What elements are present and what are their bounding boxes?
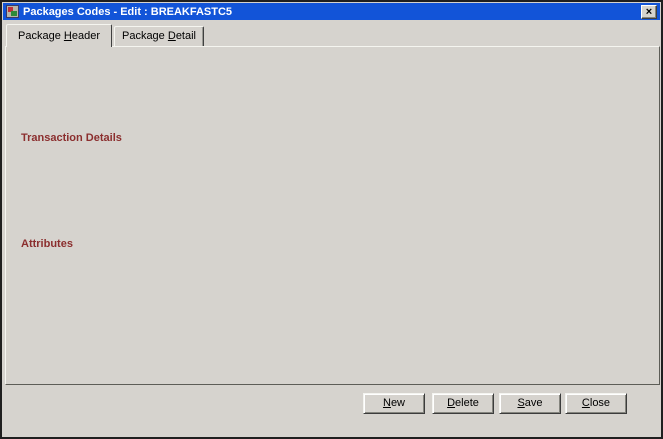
btn-accel: N [383, 397, 391, 409]
close-icon[interactable]: × [641, 5, 657, 19]
packages-codes-window: Packages Codes - Edit : BREAKFASTC5 × Pa… [0, 0, 663, 439]
btn-text: lose [590, 397, 610, 409]
btn-text: ew [391, 397, 405, 409]
tab-label: eader [72, 30, 100, 42]
tab-package-detail[interactable]: Package Detail [114, 26, 204, 47]
app-icon [6, 5, 19, 18]
close-button[interactable]: Close [565, 393, 627, 414]
tab-package-header[interactable]: Package Header [6, 24, 112, 47]
btn-accel: S [517, 397, 524, 409]
btn-accel: D [447, 397, 455, 409]
package-header-panel [5, 46, 660, 385]
delete-button[interactable]: Delete [432, 393, 494, 414]
transaction-details-title: Transaction Details [18, 132, 125, 144]
tab-accel: H [64, 30, 72, 42]
tab-label: Package [18, 30, 64, 42]
window-title: Packages Codes - Edit : BREAKFASTC5 [23, 6, 637, 18]
tab-label: Package [122, 30, 168, 42]
save-button[interactable]: Save [499, 393, 561, 414]
btn-text: ave [525, 397, 543, 409]
btn-accel: C [582, 397, 590, 409]
new-button[interactable]: New [363, 393, 425, 414]
tab-label: etail [176, 30, 196, 42]
title-bar: Packages Codes - Edit : BREAKFASTC5 × [3, 3, 660, 20]
tab-accel: D [168, 30, 176, 42]
btn-text: elete [455, 397, 479, 409]
attributes-title: Attributes [18, 238, 76, 250]
